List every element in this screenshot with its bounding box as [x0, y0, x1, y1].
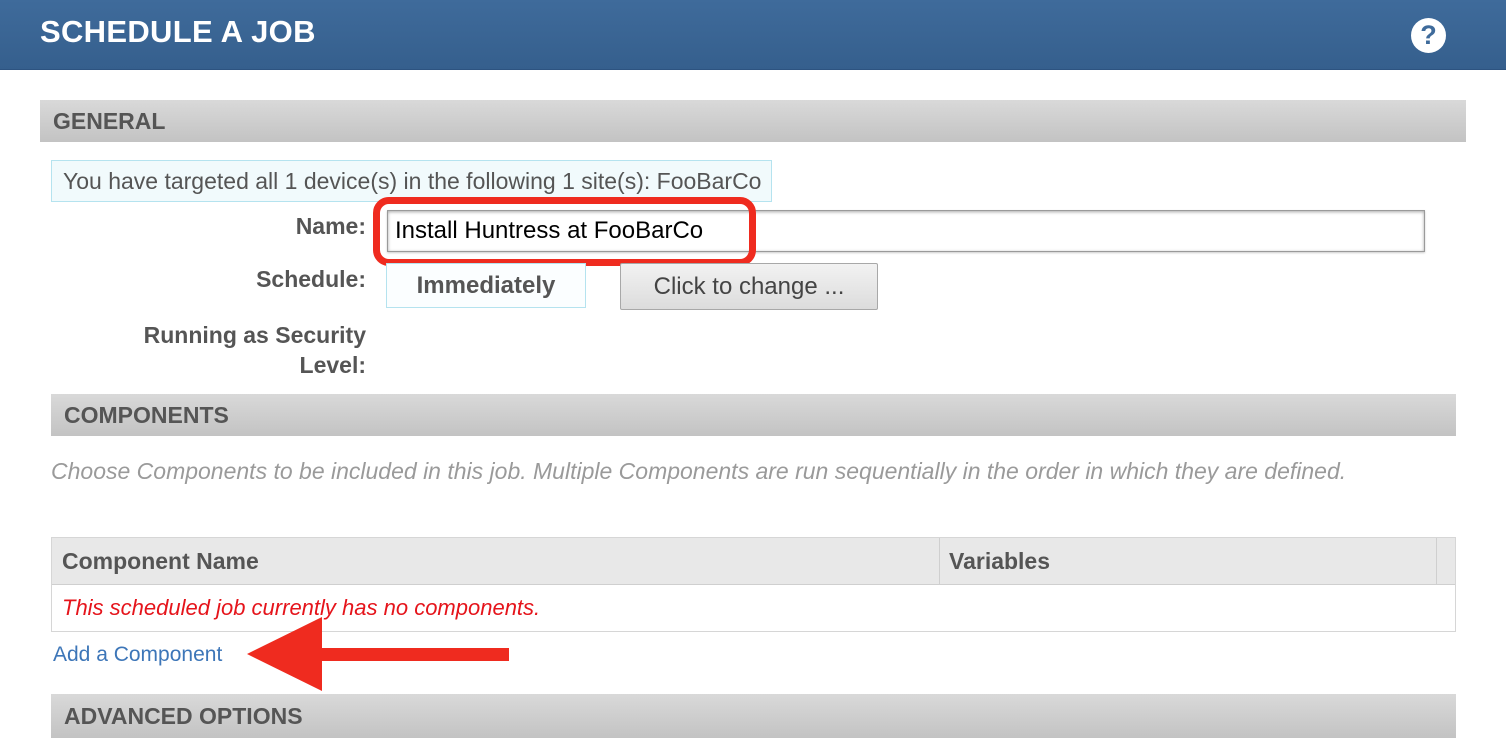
add-component-link[interactable]: Add a Component — [53, 640, 222, 670]
components-description: Choose Components to be included in this… — [51, 458, 1347, 484]
target-info-banner: You have targeted all 1 device(s) in the… — [51, 160, 773, 202]
section-header-advanced-options: ADVANCED OPTIONS — [51, 694, 1456, 738]
name-label: Name: — [295, 213, 366, 239]
column-divider — [939, 538, 940, 585]
section-header-components: COMPONENTS — [51, 394, 1456, 436]
page-title: SCHEDULE A JOB — [40, 14, 316, 49]
security-label-line2: Level: — [299, 352, 366, 378]
change-schedule-button[interactable]: Click to change ... — [620, 263, 878, 310]
column-header-component-name[interactable]: Component Name — [62, 538, 259, 584]
left-arrow-icon — [247, 617, 509, 691]
security-level-label: Running as Security Level: — [106, 320, 366, 380]
schedule-value: Immediately — [386, 263, 586, 308]
column-divider — [1436, 538, 1437, 585]
help-icon[interactable]: ? — [1411, 18, 1446, 53]
components-table-header: Component Name Variables — [52, 538, 1455, 585]
security-label-line1: Running as Security — [143, 322, 366, 348]
column-header-variables[interactable]: Variables — [949, 538, 1050, 584]
section-header-general: GENERAL — [40, 100, 1466, 142]
title-bar: SCHEDULE A JOB ? — [0, 0, 1506, 70]
schedule-label: Schedule: — [256, 266, 366, 292]
job-name-input[interactable] — [387, 210, 1425, 252]
